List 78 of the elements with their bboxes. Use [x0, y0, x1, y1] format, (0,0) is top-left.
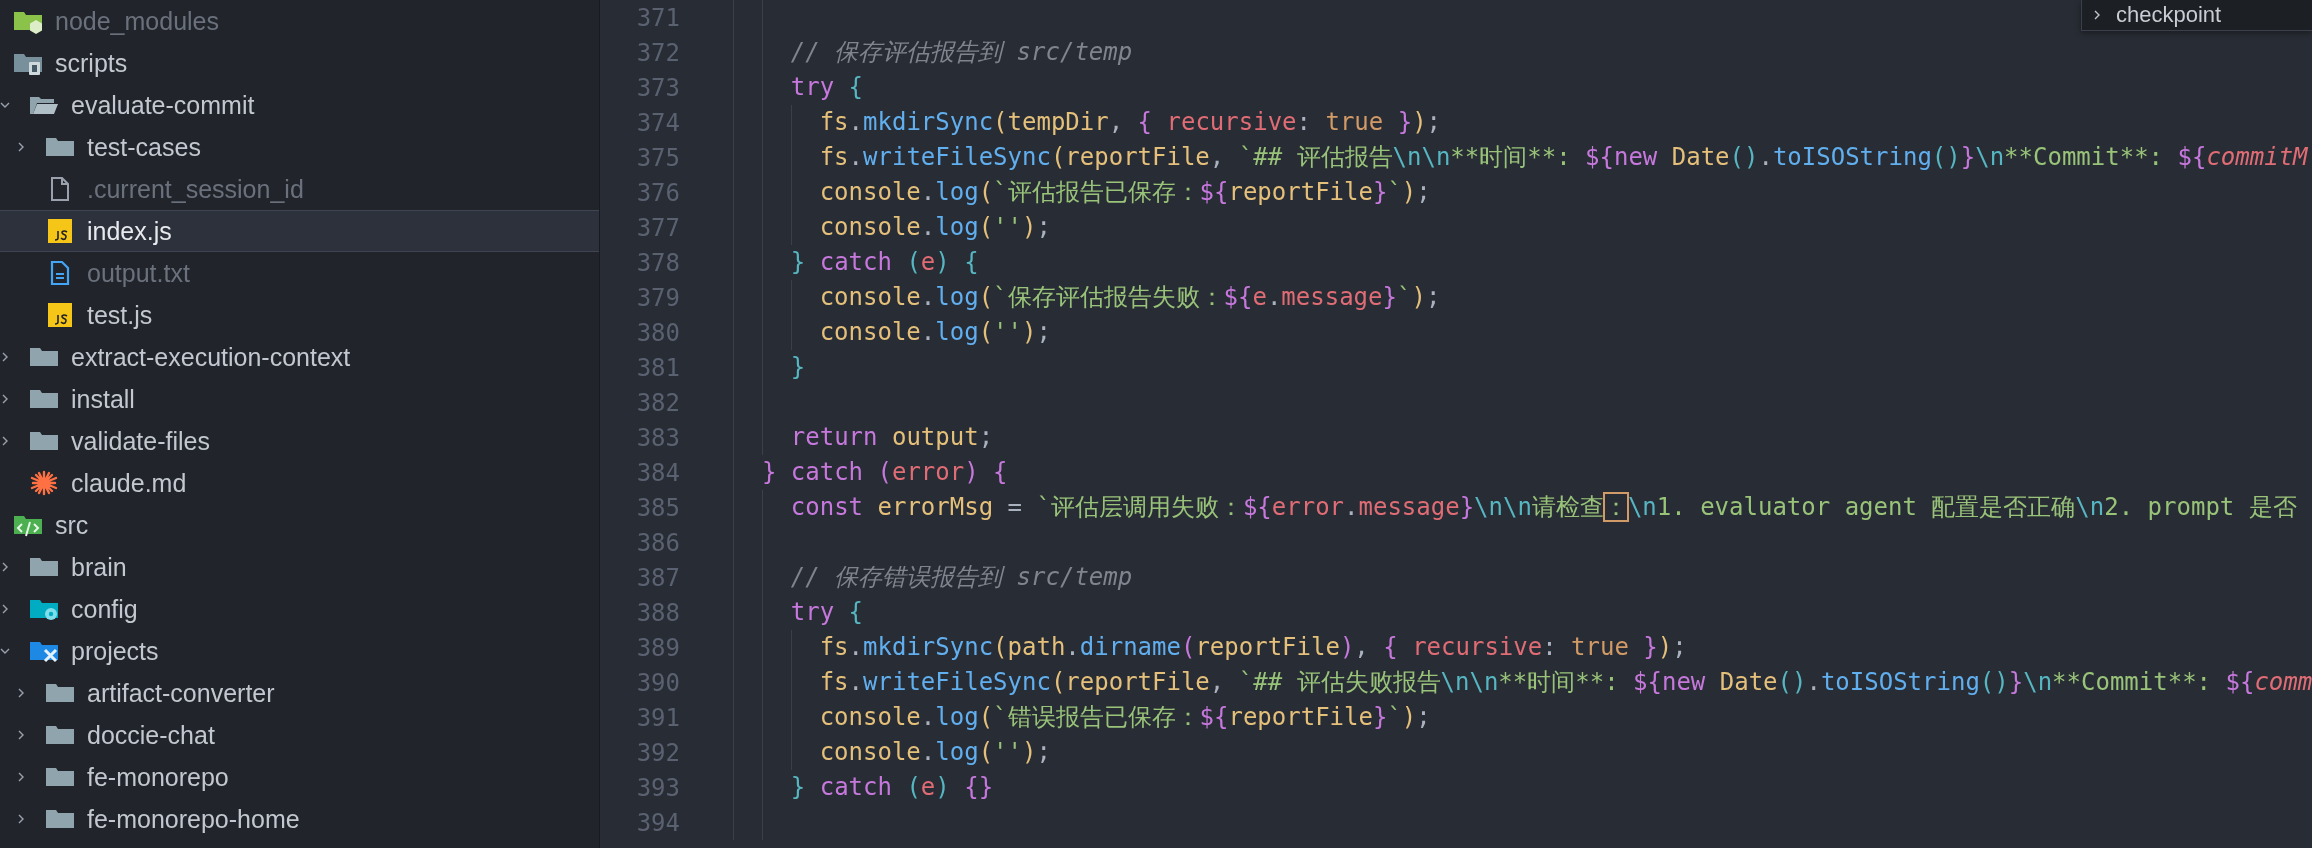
line-number: 391 [635, 703, 680, 732]
code-line: return output; [790, 422, 994, 453]
code-line: console.log(`保存评估报告失败：${e.message}`); [819, 282, 1441, 313]
code-line: fs.writeFileSync(reportFile, `## 评估失败报告\n\n**时间**: ${new Date().toISOString()}\n**Commit**: ${comm [819, 667, 2312, 698]
line-number: 373 [635, 73, 680, 102]
chevron-icon [16, 686, 26, 700]
chevron-icon [0, 392, 10, 406]
tree-item[interactable]: evaluate-commit [0, 84, 599, 126]
tree-item[interactable]: fe-monorepo-home [0, 798, 599, 840]
tree-item[interactable]: claude.md [0, 462, 599, 504]
chevron-icon [0, 434, 10, 448]
line-number: 392 [635, 738, 680, 767]
tree-item[interactable]: fe-monorepo [0, 756, 599, 798]
tree-item[interactable]: projects [0, 630, 599, 672]
suggestion-item[interactable]: checkpoint [2082, 0, 2312, 30]
tree-item[interactable]: test.js [0, 294, 599, 336]
chevron-icon [16, 140, 26, 154]
line-number: 372 [635, 38, 680, 67]
code-line: } [790, 352, 806, 383]
line-number: 394 [635, 808, 680, 837]
js-file-icon [45, 218, 75, 244]
tree-item[interactable]: validate-files [0, 420, 599, 462]
code-line: console.log(`错误报告已保存：${reportFile}`); [819, 702, 1431, 733]
tree-item[interactable]: test-cases [0, 126, 599, 168]
chevron-icon [0, 602, 10, 616]
code-line: fs.mkdirSync(tempDir, { recursive: true }); [819, 107, 1442, 138]
line-number: 389 [635, 633, 680, 662]
line-number: 374 [635, 108, 680, 137]
code-line: console.log(''); [819, 737, 1051, 768]
chevron-icon [0, 646, 12, 656]
line-number: 388 [635, 598, 680, 627]
tree-item[interactable]: config [0, 588, 599, 630]
code-line: } catch (e) {} [790, 772, 994, 803]
code-line: console.log(''); [819, 317, 1051, 348]
chevron-icon [0, 560, 10, 574]
line-number: 386 [635, 528, 680, 557]
line-number: 385 [635, 493, 680, 522]
chevron-icon [2092, 8, 2102, 22]
tree-item[interactable]: brain [0, 546, 599, 588]
chevron-icon [16, 770, 26, 784]
line-number: 387 [635, 563, 680, 592]
code-line: try { [790, 72, 864, 103]
line-number: 384 [635, 458, 680, 487]
line-number: 380 [635, 318, 680, 347]
line-number: 379 [635, 283, 680, 312]
line-number: 393 [635, 773, 680, 802]
line-number: 371 [635, 3, 680, 32]
js-file-icon [45, 302, 75, 328]
code-line: fs.mkdirSync(path.dirname(reportFile), { recursive: true }); [819, 632, 1687, 663]
code-line: console.log(`评估报告已保存：${reportFile}`); [819, 177, 1431, 208]
tree-item[interactable]: doccie-chat [0, 714, 599, 756]
line-number: 376 [635, 178, 680, 207]
code-line: } catch (error) { [761, 457, 1008, 488]
tree-item[interactable]: index.js [0, 210, 599, 252]
line-number: 383 [635, 423, 680, 452]
code-line: // 保存评估报告到 src/temp [790, 37, 1133, 68]
chevron-icon [16, 728, 26, 742]
code-line: fs.writeFileSync(reportFile, `## 评估报告\n\n**时间**: ${new Date().toISOString()}\n**Commit**: ${commitM [819, 142, 2308, 173]
starburst-icon [29, 470, 59, 496]
code-line: const errorMsg = `评估层调用失败：${error.message}\n\n请检查：\n1. evaluator agent 配置是否正确\n2. prompt 是否 [790, 492, 2297, 523]
tree-item[interactable]: artifact-converter [0, 672, 599, 714]
code-line: } catch (e) { [790, 247, 979, 278]
tree-item[interactable]: install [0, 378, 599, 420]
code-line: try { [790, 597, 864, 628]
chevron-icon [0, 100, 12, 110]
line-number: 381 [635, 353, 680, 382]
tree-item[interactable]: src [0, 504, 599, 546]
line-number: 375 [635, 143, 680, 172]
chevron-icon [16, 812, 26, 826]
line-number: 382 [635, 388, 680, 417]
line-number: 377 [635, 213, 680, 242]
code-line: console.log(''); [819, 212, 1051, 243]
tree-item[interactable]: scripts [0, 42, 599, 84]
code-line: // 保存错误报告到 src/temp [790, 562, 1133, 593]
chevron-icon [0, 350, 10, 364]
line-number: 390 [635, 668, 680, 697]
line-number: 378 [635, 248, 680, 277]
tree-item[interactable]: extract-execution-context [0, 336, 599, 378]
